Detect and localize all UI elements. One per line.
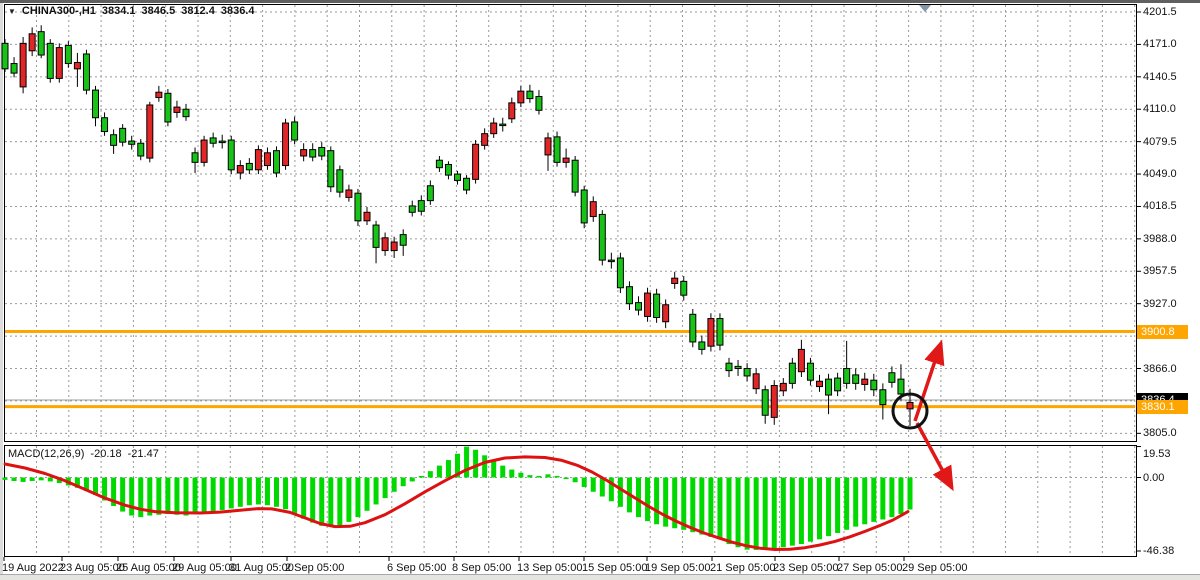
macd-indicator-label: MACD(12,26,9) -20.18 -21.47 — [8, 448, 159, 460]
macd-value: -20.18 — [90, 448, 121, 460]
macd-name: MACD(12,26,9) — [8, 448, 84, 460]
resistance-price-tag: 3900.8 — [1137, 325, 1188, 339]
ohlc-high: 3846.5 — [142, 5, 176, 17]
ohlc-close: 3836.4 — [221, 5, 255, 17]
support-price-tag: 3830.1 — [1137, 400, 1188, 414]
symbol-dropdown-icon[interactable]: ▼ — [8, 7, 16, 16]
ohlc-open: 3834.1 — [102, 5, 136, 17]
symbol-header: ▼ CHINA300-,H1 3834.1 3846.5 3812.4 3836… — [8, 5, 255, 17]
macd-signal-value: -21.47 — [128, 448, 159, 460]
symbol-period-label: CHINA300-,H1 — [22, 5, 96, 17]
ohlc-low: 3812.4 — [181, 5, 215, 17]
mt4-chart-window: ▼ CHINA300-,H1 3834.1 3846.5 3812.4 3836… — [0, 0, 1200, 580]
